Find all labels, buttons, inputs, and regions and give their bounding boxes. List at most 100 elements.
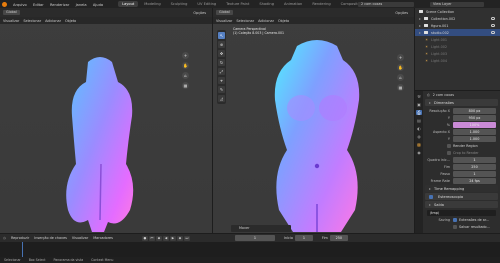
tab-texture-paint[interactable]: Texture Paint bbox=[222, 1, 253, 7]
play-icon[interactable]: ▶ bbox=[169, 235, 176, 241]
render-region-row[interactable]: Render Region bbox=[423, 142, 500, 149]
blender-logo-icon[interactable] bbox=[2, 1, 7, 7]
view-layer-selector[interactable]: View Layer bbox=[430, 1, 484, 7]
frame-rate-dropdown[interactable]: 24 fps bbox=[453, 177, 496, 184]
list-item[interactable]: ☀ Light.003 bbox=[415, 50, 500, 57]
world-tab-icon[interactable]: ◍ bbox=[417, 134, 421, 139]
menu-objeto[interactable]: Objeto bbox=[278, 19, 289, 23]
scene-collection-row[interactable]: Scene Collection bbox=[415, 8, 500, 15]
menu-renderizar[interactable]: Renderizar bbox=[50, 3, 69, 7]
prev-key-icon[interactable]: ◆ bbox=[155, 235, 162, 241]
jump-end-icon[interactable]: ⏭ bbox=[183, 235, 190, 241]
zoom-icon[interactable]: + bbox=[397, 54, 404, 61]
transform-orientation[interactable]: Global bbox=[216, 10, 233, 15]
menu-objeto[interactable]: Objeto bbox=[65, 19, 76, 23]
aspect-y-field[interactable]: 1.000 bbox=[453, 135, 496, 142]
crop-checkbox[interactable] bbox=[447, 150, 451, 155]
menu-marcadores[interactable]: Marcadores bbox=[93, 236, 113, 240]
tab-animation[interactable]: Animation bbox=[280, 1, 306, 7]
output-tab-icon[interactable]: ⎙ bbox=[416, 110, 422, 115]
section-dimensions[interactable]: Dimensões bbox=[425, 99, 498, 106]
options-dropdown[interactable]: Opções bbox=[395, 11, 408, 15]
end-frame-field[interactable]: 250 bbox=[329, 235, 348, 241]
next-key-icon[interactable]: ◆ bbox=[176, 235, 183, 241]
tab-layout[interactable]: Layout bbox=[118, 1, 139, 7]
expand-icon[interactable] bbox=[419, 31, 421, 34]
section-output[interactable]: Saída bbox=[425, 201, 498, 208]
tab-modeling[interactable]: Modeling bbox=[140, 1, 164, 7]
record-icon[interactable]: ● bbox=[141, 235, 148, 241]
pct-row: % 100% bbox=[423, 121, 500, 128]
cache-result-checkbox[interactable] bbox=[453, 224, 457, 229]
last-operator-panel[interactable]: Mover bbox=[231, 225, 291, 232]
object-tab-icon[interactable]: ▩ bbox=[417, 142, 421, 147]
pan-hand-icon[interactable]: ✋ bbox=[397, 64, 404, 71]
viewport-right[interactable]: Global Opções Visualizar Selecionar Adic… bbox=[213, 8, 414, 233]
options-dropdown[interactable]: Opções bbox=[193, 11, 206, 15]
menu-visualizar[interactable]: Visualizar bbox=[216, 19, 232, 23]
playhead[interactable] bbox=[22, 242, 23, 257]
clock-icon[interactable]: ◷ bbox=[3, 236, 6, 240]
render-region-checkbox[interactable] bbox=[447, 143, 451, 148]
current-frame-field[interactable]: 1 bbox=[234, 235, 275, 241]
expand-icon[interactable] bbox=[419, 17, 421, 20]
scene-selector[interactable]: 2 com coxas bbox=[358, 1, 414, 7]
zoom-icon[interactable]: + bbox=[182, 52, 189, 59]
grid-icon[interactable]: ▦ bbox=[397, 84, 404, 91]
list-item[interactable]: ☀ Light.001 bbox=[415, 36, 500, 43]
menu-visualizar[interactable]: Visualizar bbox=[3, 19, 19, 23]
menu-arquivo[interactable]: Arquivo bbox=[13, 3, 27, 7]
expand-icon[interactable] bbox=[419, 24, 421, 27]
pan-hand-icon[interactable]: ✋ bbox=[182, 62, 189, 69]
camera-icon[interactable]: ⌂ bbox=[182, 72, 189, 79]
transform-orientation[interactable]: Global bbox=[3, 10, 20, 15]
tool-tab-icon[interactable]: ⚒ bbox=[417, 94, 421, 99]
list-item[interactable]: Collection.002 bbox=[415, 15, 500, 22]
section-time-remapping[interactable]: Time Remapping bbox=[425, 185, 498, 192]
eye-icon[interactable] bbox=[491, 31, 495, 34]
tab-shading[interactable]: Shading bbox=[255, 1, 278, 7]
aspect-x-field[interactable]: 1.000 bbox=[453, 128, 496, 135]
viewport-left[interactable]: Global Opções Visualizar Selecionar Adic… bbox=[0, 8, 212, 233]
crop-row[interactable]: Crop to Render bbox=[423, 149, 500, 156]
view-layer-tab-icon[interactable]: ▤ bbox=[417, 118, 421, 123]
menu-editar[interactable]: Editar bbox=[33, 3, 44, 7]
timeline-track[interactable] bbox=[0, 242, 500, 257]
eye-icon[interactable] bbox=[491, 24, 495, 27]
list-item[interactable]: ☀ Light.002 bbox=[415, 43, 500, 50]
resolution-x-field[interactable]: 800 px bbox=[453, 107, 496, 114]
jump-start-icon[interactable]: ⏮ bbox=[148, 235, 155, 241]
menu-selecionar[interactable]: Selecionar bbox=[236, 19, 254, 23]
play-reverse-icon[interactable]: ◀ bbox=[162, 235, 169, 241]
eye-icon[interactable] bbox=[491, 17, 495, 20]
menu-ajuda[interactable]: Ajuda bbox=[93, 3, 103, 7]
menu-selecionar[interactable]: Selecionar bbox=[23, 19, 41, 23]
list-item[interactable]: figura.001 bbox=[415, 22, 500, 29]
tab-uv-editing[interactable]: UV Editing bbox=[193, 1, 220, 7]
frame-end-field[interactable]: 250 bbox=[453, 163, 496, 170]
menu-reproduzir[interactable]: Reproduzir bbox=[11, 236, 29, 240]
menu-visualizar[interactable]: Visualizar bbox=[72, 236, 88, 240]
file-extensions-checkbox[interactable] bbox=[453, 217, 457, 222]
output-path-field[interactable]: /tmp\ bbox=[427, 209, 496, 216]
scene-tab-icon[interactable]: ◐ bbox=[417, 126, 421, 131]
frame-start-field[interactable]: 1 bbox=[453, 156, 496, 163]
menu-adicionar[interactable]: Adicionar bbox=[45, 19, 61, 23]
grid-icon[interactable]: ▦ bbox=[182, 82, 189, 89]
menu-insercao-chaves[interactable]: Inserção de chaves bbox=[34, 236, 67, 240]
menu-janela[interactable]: Janela bbox=[76, 3, 87, 7]
menu-adicionar[interactable]: Adicionar bbox=[258, 19, 274, 23]
section-stereoscopy[interactable]: Estereoscopia bbox=[425, 193, 498, 200]
resolution-y-field[interactable]: 950 px bbox=[453, 114, 496, 121]
stereoscopy-checkbox[interactable] bbox=[429, 194, 433, 199]
list-item[interactable]: studio.002 bbox=[415, 29, 500, 36]
tab-sculpting[interactable]: Sculpting bbox=[167, 1, 192, 7]
resolution-percent-field[interactable]: 100% bbox=[453, 121, 496, 128]
list-item[interactable]: ☀ Light.004 bbox=[415, 57, 500, 64]
start-frame-field[interactable]: 1 bbox=[294, 235, 313, 241]
render-tab-icon[interactable]: ▣ bbox=[417, 102, 421, 107]
camera-icon[interactable]: ⌂ bbox=[397, 74, 404, 81]
physics-tab-icon[interactable]: ◉ bbox=[417, 150, 421, 155]
frame-step-field[interactable]: 1 bbox=[453, 170, 496, 177]
tab-rendering[interactable]: Rendering bbox=[308, 1, 334, 7]
